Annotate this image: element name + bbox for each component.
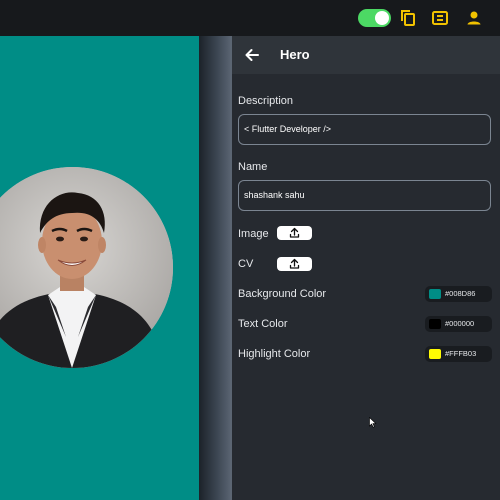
name-value: shashank sahu: [244, 190, 305, 200]
layout-icon[interactable]: [430, 8, 450, 28]
mouse-cursor-icon: [369, 417, 377, 428]
text-color-hex: #000000: [445, 319, 475, 328]
arrow-left-icon[interactable]: [242, 45, 262, 65]
upload-icon: [289, 258, 300, 269]
copy-icon[interactable]: [398, 8, 418, 28]
background-color-picker[interactable]: #008D86: [425, 286, 492, 302]
person-icon[interactable]: [464, 8, 484, 28]
profile-photo: [0, 167, 173, 368]
background-color-swatch: [429, 289, 441, 299]
hero-settings-panel: Hero Description < Flutter Developer /> …: [230, 36, 500, 500]
top-toolbar: [0, 0, 500, 36]
highlight-color-hex: #FFFB03: [445, 349, 477, 358]
cv-label: CV: [238, 258, 254, 270]
cv-upload-button[interactable]: [277, 257, 312, 271]
upload-icon: [289, 227, 300, 238]
preview-toggle[interactable]: [358, 9, 391, 27]
panel-resize-handle[interactable]: [199, 36, 230, 500]
name-label: Name: [238, 161, 268, 173]
image-upload-button[interactable]: [277, 226, 312, 240]
hero-preview: [0, 36, 199, 500]
image-label: Image: [238, 228, 269, 240]
highlight-color-swatch: [429, 349, 441, 359]
description-field[interactable]: < Flutter Developer />: [238, 114, 491, 145]
background-color-label: Background Color: [238, 288, 327, 300]
text-color-picker[interactable]: #000000: [425, 316, 492, 332]
description-label: Description: [238, 95, 294, 107]
text-color-swatch: [429, 319, 441, 329]
toggle-knob: [375, 11, 389, 25]
app-window: Hero Description < Flutter Developer /> …: [0, 0, 500, 500]
highlight-color-picker[interactable]: #FFFB03: [425, 346, 492, 362]
background-color-hex: #008D86: [445, 289, 476, 298]
panel-header: Hero: [232, 36, 500, 74]
highlight-color-label: Highlight Color: [238, 348, 311, 360]
text-color-label: Text Color: [238, 318, 288, 330]
description-value: < Flutter Developer />: [244, 124, 332, 134]
panel-title: Hero: [280, 47, 310, 62]
name-field[interactable]: shashank sahu: [238, 180, 491, 211]
